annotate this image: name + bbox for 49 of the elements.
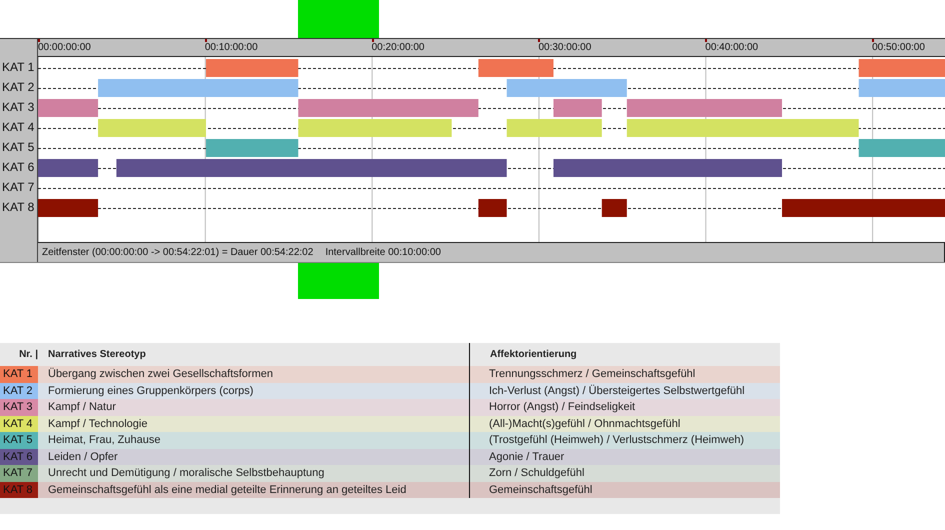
- row-label: KAT 2: [1, 79, 36, 96]
- table-cell-text: Ich-Verlust (Angst) / Übersteigertes Selbstwertgefühl: [488, 384, 746, 398]
- table-cell-text: Kampf / Technologie: [47, 416, 148, 432]
- tick-label: 00:30:00:00: [538, 42, 592, 53]
- tick-label: 00:00:00:00: [38, 42, 91, 53]
- tick-mark: [204, 39, 207, 42]
- tick-mark: [705, 39, 708, 42]
- category-badge: KAT 3: [0, 399, 38, 416]
- tick-mark: [872, 39, 874, 42]
- table-cell-text: Heimat, Frau, Zuhause: [47, 433, 162, 448]
- category-badge: KAT 1: [0, 366, 38, 382]
- table-cell-text: Agonie / Trauer: [488, 450, 566, 464]
- table-cell-text: Formierung eines Gruppenkörpers (corps): [47, 384, 254, 398]
- tick-label: 00:20:00:00: [372, 42, 424, 53]
- row-label: KAT 5: [1, 139, 36, 156]
- table-cell-text: Übergang zwischen zwei Gesellschaftsformen: [47, 366, 274, 382]
- table-cell-text: Kampf / Natur: [47, 400, 117, 415]
- table-cell-text: Leiden / Opfer: [47, 450, 119, 464]
- status-text: Zeitfenster (00:00:00:00 -> 00:54:22:01) = Dauer 00:54:22:02: [42, 247, 314, 258]
- category-badge: KAT 5: [0, 432, 38, 448]
- row-label: KAT 4: [1, 119, 36, 136]
- row-label: KAT 3: [1, 99, 36, 116]
- table-cell-text: Trennungsschmerz / Gemeinschaftsgefühl: [488, 367, 696, 382]
- tick-label: 00:40:00:00: [705, 42, 758, 53]
- category-badge: KAT 2: [0, 382, 38, 399]
- category-badge: KAT 7: [0, 465, 38, 482]
- row-label: KAT 7: [1, 179, 36, 196]
- column-header: Affektorientierung: [489, 349, 578, 360]
- category-badge: KAT 6: [0, 448, 38, 465]
- tick-label: 00:50:00:00: [872, 42, 925, 53]
- tick-label: 00:10:00:00: [204, 42, 258, 53]
- table-cell-text: Gemeinschaftsgefühl als eine medial geteilte Erinnerung an geteiltes Leid: [47, 482, 408, 498]
- row-label: KAT 6: [1, 159, 36, 176]
- row-label: KAT 1: [1, 59, 36, 76]
- row-label: KAT 8: [1, 199, 36, 216]
- status-text: Intervallbreite 00:10:00:00: [325, 247, 441, 258]
- category-badge: KAT 4: [0, 416, 38, 432]
- table-cell-text: Unrecht und Demütigung / moralische Selbstbehauptung: [47, 466, 326, 481]
- tick-mark: [538, 39, 540, 42]
- table-cell-text: Horror (Angst) / Feindseligkeit: [488, 400, 636, 415]
- table-cell-text: (All-)Macht(s)gefühl / Ohnmachtsgefühl: [488, 416, 682, 432]
- table-cell-text: (Trostgefühl (Heimweh) / Verlustschmerz (Heimweh): [488, 433, 746, 448]
- column-header: Nr. |: [18, 349, 38, 360]
- table-cell-text: Gemeinschaftsgefühl: [488, 482, 594, 498]
- category-badge: KAT 8: [0, 482, 38, 498]
- tick-mark: [372, 39, 374, 42]
- column-header: Narratives Stereotyp: [47, 349, 147, 360]
- table-cell-text: Zorn / Schuldgefühl: [488, 466, 586, 481]
- tick-mark: [38, 39, 40, 42]
